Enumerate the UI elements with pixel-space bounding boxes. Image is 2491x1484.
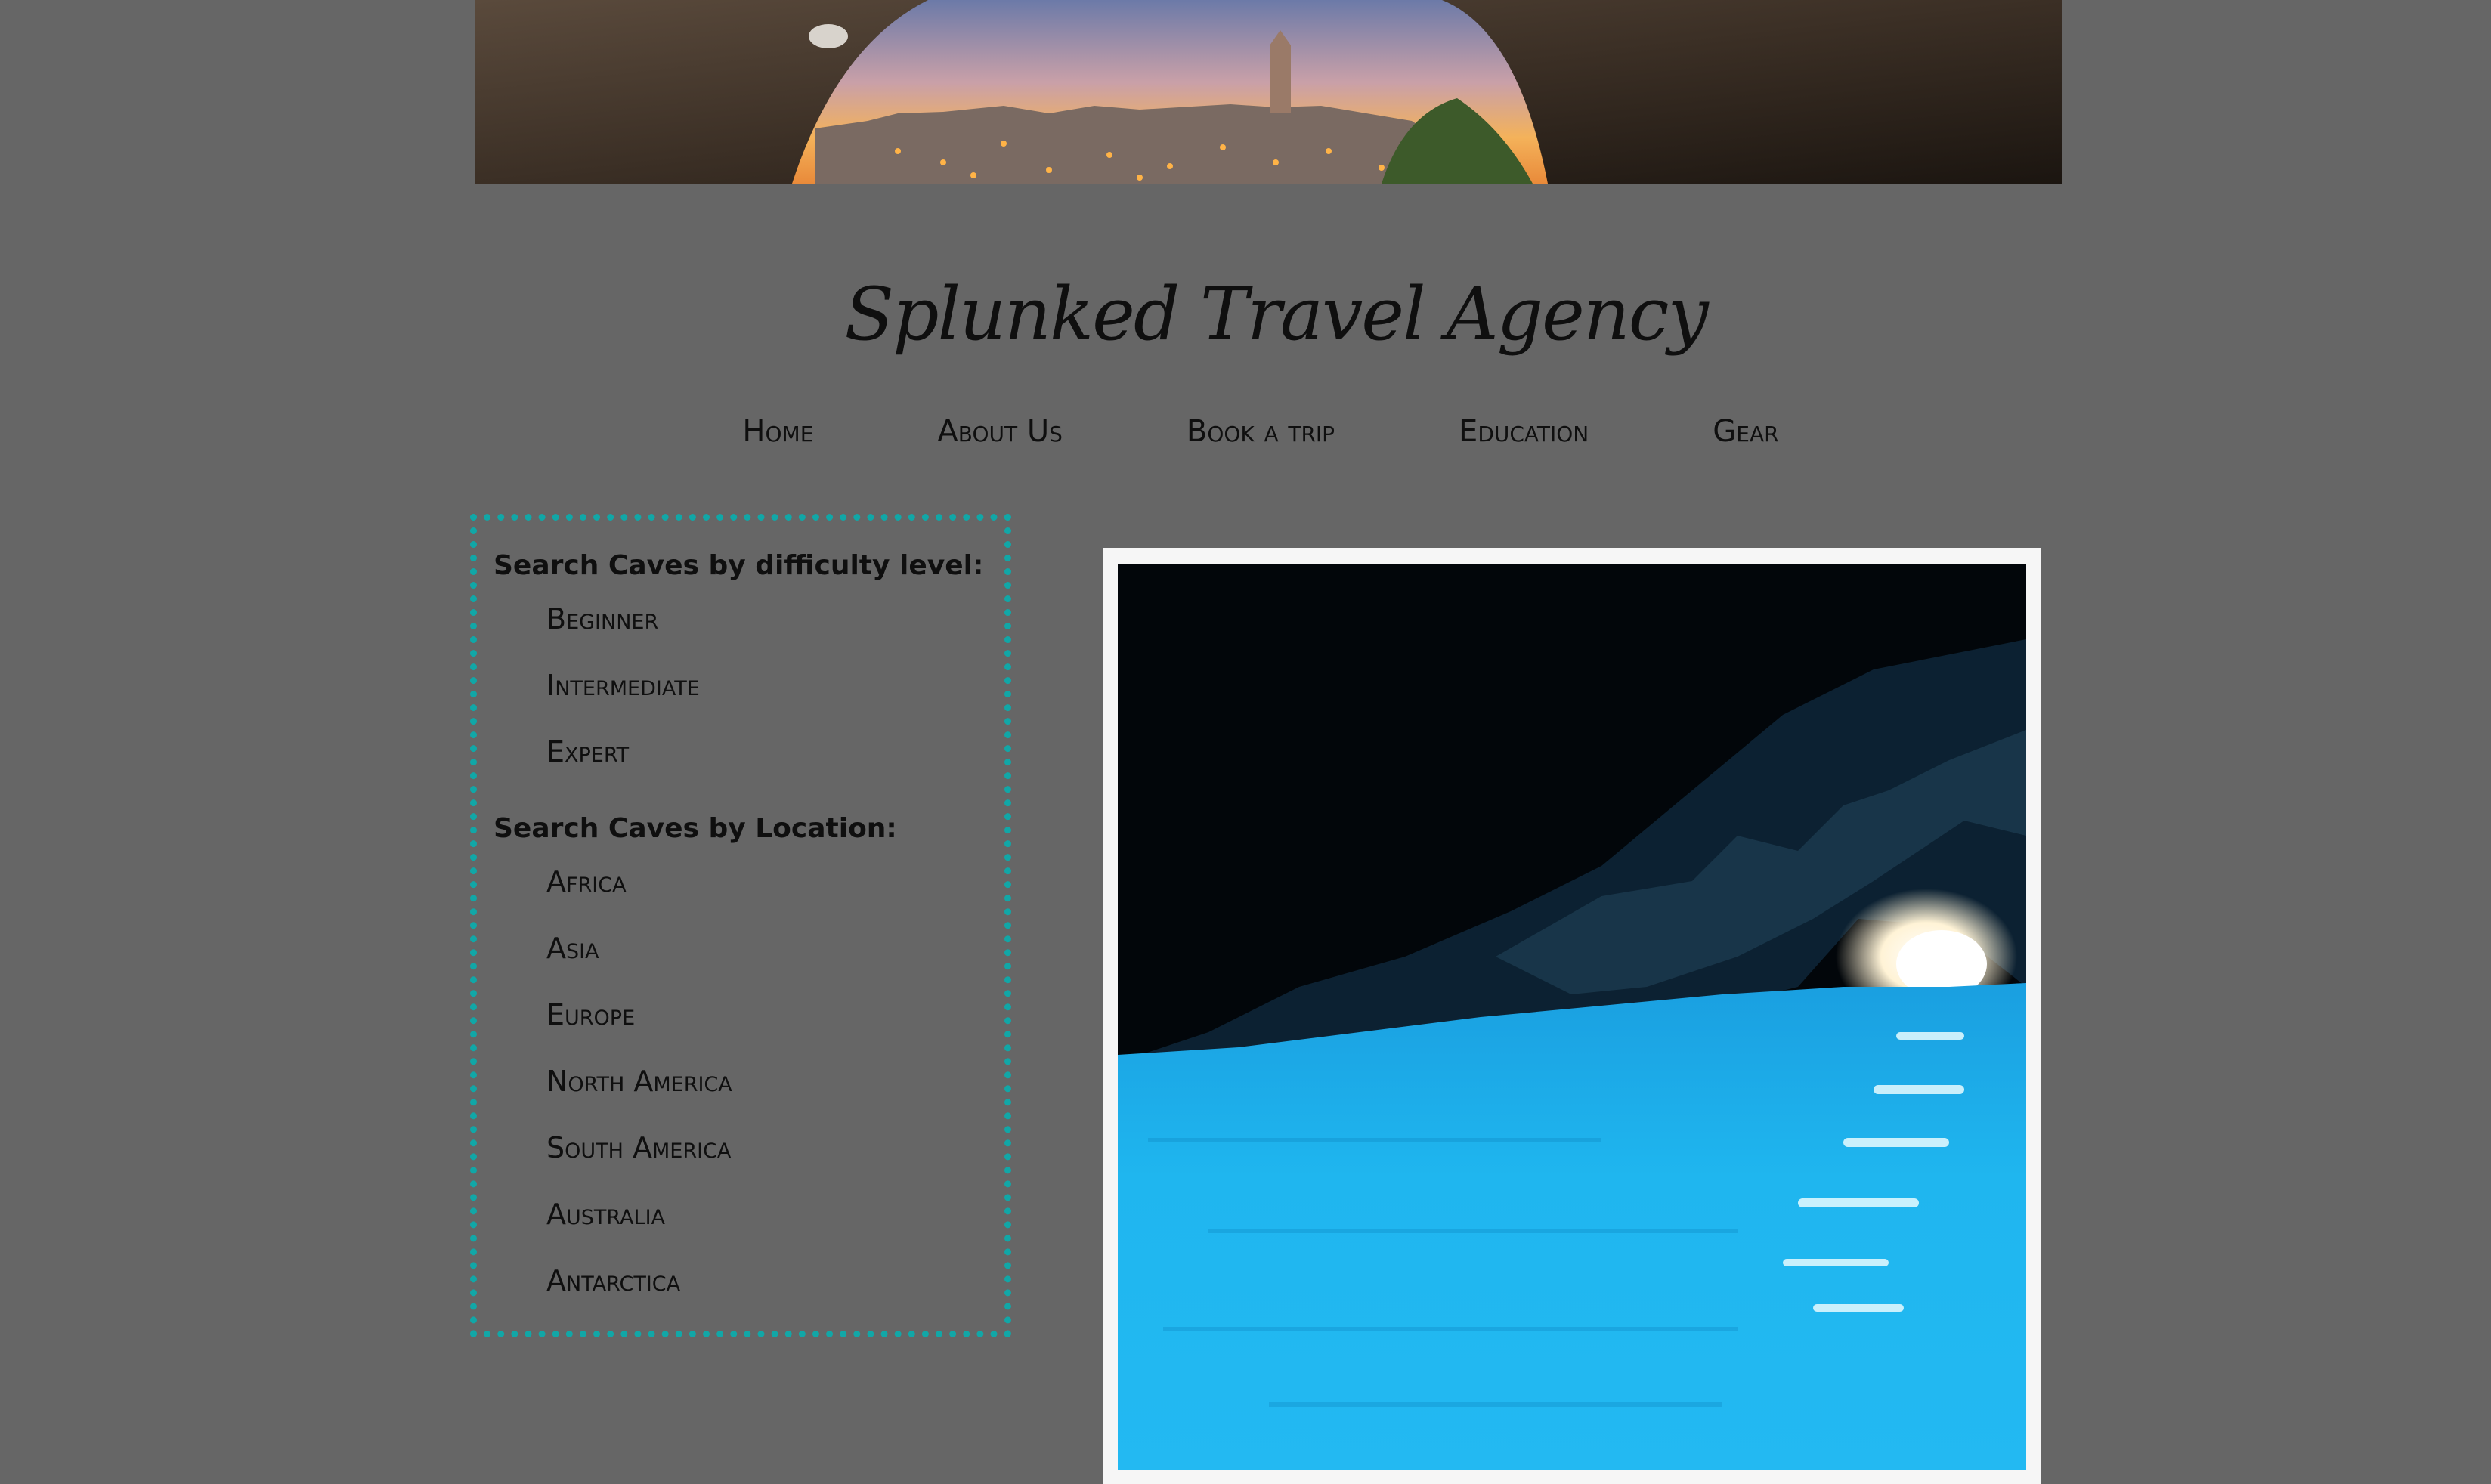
nav-item-book-a-trip[interactable]: Book a trip	[1187, 414, 1335, 449]
nav-item-gear[interactable]: Gear	[1713, 414, 1778, 449]
location-antarctica[interactable]: Antarctica	[494, 1263, 1004, 1329]
nav-item-education[interactable]: Education	[1459, 414, 1589, 449]
difficulty-expert[interactable]: Expert	[494, 734, 1004, 800]
location-heading: Search Caves by Location:	[494, 813, 897, 844]
location-africa[interactable]: Africa	[494, 864, 1004, 930]
cave-search-sidebar: Search Caves by difficulty level: Beginn…	[470, 514, 1011, 1337]
main-nav: Home About Us Book a trip Education Gear	[0, 414, 2491, 449]
location-asia[interactable]: Asia	[494, 930, 1004, 997]
difficulty-intermediate[interactable]: Intermediate	[494, 667, 1004, 734]
location-north-america[interactable]: North America	[494, 1063, 1004, 1130]
nav-item-home[interactable]: Home	[742, 414, 813, 449]
difficulty-heading: Search Caves by difficulty level:	[494, 550, 984, 581]
location-list: Africa Asia Europe North America South A…	[494, 864, 1004, 1329]
site-title: Splunked Travel Agency	[844, 272, 1708, 357]
difficulty-beginner[interactable]: Beginner	[494, 601, 1004, 667]
banner-graphic	[475, 0, 2062, 184]
nav-item-about-us[interactable]: About Us	[937, 414, 1062, 449]
difficulty-list: Beginner Intermediate Expert	[494, 601, 1004, 800]
location-europe[interactable]: Europe	[494, 997, 1004, 1063]
location-australia[interactable]: Australia	[494, 1196, 1004, 1263]
location-south-america[interactable]: South America	[494, 1130, 1004, 1196]
header-banner-image	[475, 0, 2062, 184]
blue-grotto-photo	[1118, 564, 2026, 1470]
page: Splunked Travel Agency Home About Us Boo…	[0, 0, 2491, 1484]
feature-photo-frame	[1103, 548, 2041, 1484]
